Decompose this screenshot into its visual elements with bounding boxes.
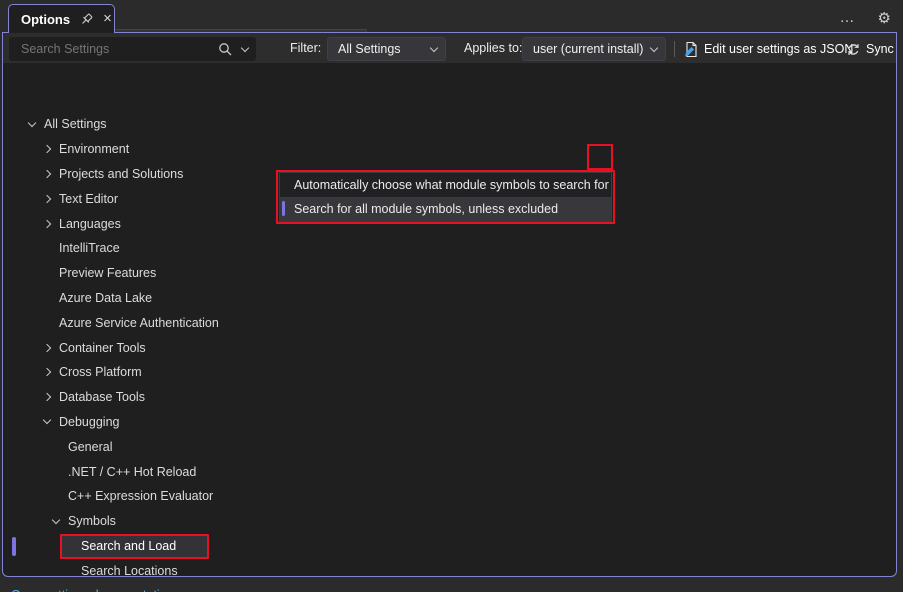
chevron-down-icon <box>650 43 658 51</box>
sidebar-item-label: Azure Data Lake <box>54 291 152 305</box>
sidebar-item-net-c-hot-reload[interactable]: .NET / C++ Hot Reload <box>3 459 238 484</box>
sidebar-item-symbols[interactable]: Symbols <box>3 509 238 534</box>
toolbar-divider <box>674 41 675 57</box>
sidebar-item-cross-platform[interactable]: Cross Platform <box>3 360 238 385</box>
sidebar-item-label: Container Tools <box>54 341 146 355</box>
sidebar-item-label: Search and Load <box>76 539 176 553</box>
filter-label: Filter: <box>290 41 321 55</box>
chevron-down-icon[interactable] <box>43 416 51 424</box>
search-input[interactable] <box>19 41 218 57</box>
sidebar-item-label: IntelliTrace <box>54 241 120 255</box>
sidebar-item-label: Text Editor <box>54 192 118 206</box>
sync-label: Sync <box>866 42 894 56</box>
edit-json-button[interactable]: Edit user settings as JSON <box>683 37 853 61</box>
tab-options[interactable]: Options × <box>8 4 115 33</box>
close-icon[interactable]: × <box>103 12 112 26</box>
search-chevron-down-icon[interactable] <box>241 43 249 51</box>
chevron-right-icon[interactable] <box>43 343 51 351</box>
sidebar-item-preview-features[interactable]: Preview Features <box>3 261 238 286</box>
pin-icon[interactable] <box>79 12 94 27</box>
sidebar-item-label: Symbols <box>63 514 116 528</box>
sidebar-item-label: Search Locations <box>76 564 178 578</box>
sidebar-item-all-settings[interactable]: All Settings <box>3 112 238 137</box>
sync-button[interactable]: Sync <box>846 37 894 61</box>
chevron-right-icon[interactable] <box>43 170 51 178</box>
sidebar-item-label: C++ Expression Evaluator <box>63 489 213 503</box>
sidebar-item-search-and-load[interactable]: Search and Load <box>3 534 238 559</box>
sidebar-item-label: Azure Service Authentication <box>54 316 219 330</box>
applies-to-value: user (current install) <box>533 42 643 56</box>
sidebar-item-label: Environment <box>54 142 129 156</box>
sidebar-item-languages[interactable]: Languages <box>3 211 238 236</box>
chevron-right-icon[interactable] <box>43 145 51 153</box>
tab-title: Options <box>21 12 70 27</box>
applies-to-select[interactable]: user (current install) <box>522 37 666 61</box>
sidebar-item-search-locations[interactable]: Search Locations <box>3 558 238 583</box>
sidebar-item-label: .NET / C++ Hot Reload <box>63 465 196 479</box>
chevron-down-icon <box>430 43 438 51</box>
chevron-down-icon[interactable] <box>52 515 60 523</box>
sidebar-item-database-tools[interactable]: Database Tools <box>3 385 238 410</box>
json-file-icon <box>683 41 699 58</box>
settings-toolbar: Filter: All Settings Applies to: user (c… <box>3 33 896 63</box>
sidebar-item-intellitrace[interactable]: IntelliTrace <box>3 236 238 261</box>
filter-value: All Settings <box>338 42 401 56</box>
edit-json-label: Edit user settings as JSON <box>704 42 853 56</box>
search-icon[interactable] <box>218 42 232 56</box>
sidebar-item-c-expression-evaluator[interactable]: C++ Expression Evaluator <box>3 484 238 509</box>
settings-sidebar: All Settings Environment Projects and Solu… <box>3 64 238 576</box>
chevron-right-icon[interactable] <box>43 393 51 401</box>
chevron-right-icon[interactable] <box>43 195 51 203</box>
window-overflow-icon[interactable]: … <box>840 13 856 23</box>
search-input-container[interactable] <box>9 37 256 61</box>
dropdown-option-automatically-choose-what-modu[interactable]: Automatically choose what module symbols… <box>280 173 611 197</box>
chevron-right-icon[interactable] <box>43 368 51 376</box>
sidebar-item-label: Debugging <box>54 415 119 429</box>
open-settings-documentation-link[interactable]: Open settings documentation <box>11 588 174 592</box>
chevron-right-icon[interactable] <box>43 219 51 227</box>
dropdown-option-search-for-all-module-symbols-[interactable]: Search for all module symbols, unless ex… <box>280 197 611 221</box>
options-window: Options × … ⚙ Filter: All Settings Appli <box>0 0 903 592</box>
sidebar-item-label: General <box>63 440 112 454</box>
window-gear-icon[interactable]: ⚙ <box>878 9 891 27</box>
sidebar-item-azure-service-authentication[interactable]: Azure Service Authentication <box>3 310 238 335</box>
sidebar-item-label: Languages <box>54 217 121 231</box>
sidebar-item-label: All Settings <box>39 117 107 131</box>
sidebar-item-container-tools[interactable]: Container Tools <box>3 335 238 360</box>
sidebar-item-azure-data-lake[interactable]: Azure Data Lake <box>3 286 238 311</box>
sidebar-item-text-editor[interactable]: Text Editor <box>3 186 238 211</box>
automatic-symbol-searching-dropdown: Automatically choose what module symbols… <box>279 172 612 222</box>
options-window-body: Filter: All Settings Applies to: user (c… <box>2 32 897 577</box>
applies-to-label: Applies to: <box>464 41 522 55</box>
option-selection-indicator <box>282 201 285 216</box>
selection-indicator <box>12 537 16 556</box>
sidebar-item-label: Preview Features <box>54 266 156 280</box>
chevron-down-icon[interactable] <box>28 119 36 127</box>
sidebar-item-label: Projects and Solutions <box>54 167 183 181</box>
sidebar-item-label: Database Tools <box>54 390 145 404</box>
filter-select[interactable]: All Settings <box>327 37 446 61</box>
sidebar-item-projects-and-solutions[interactable]: Projects and Solutions <box>3 162 238 187</box>
settings-tree: All Settings Environment Projects and Solu… <box>3 112 238 583</box>
sidebar-item-general[interactable]: General <box>3 434 238 459</box>
sync-icon <box>846 42 861 57</box>
sidebar-item-debugging[interactable]: Debugging <box>3 410 238 435</box>
sidebar-item-environment[interactable]: Environment <box>3 137 238 162</box>
sidebar-item-label: Cross Platform <box>54 365 142 379</box>
